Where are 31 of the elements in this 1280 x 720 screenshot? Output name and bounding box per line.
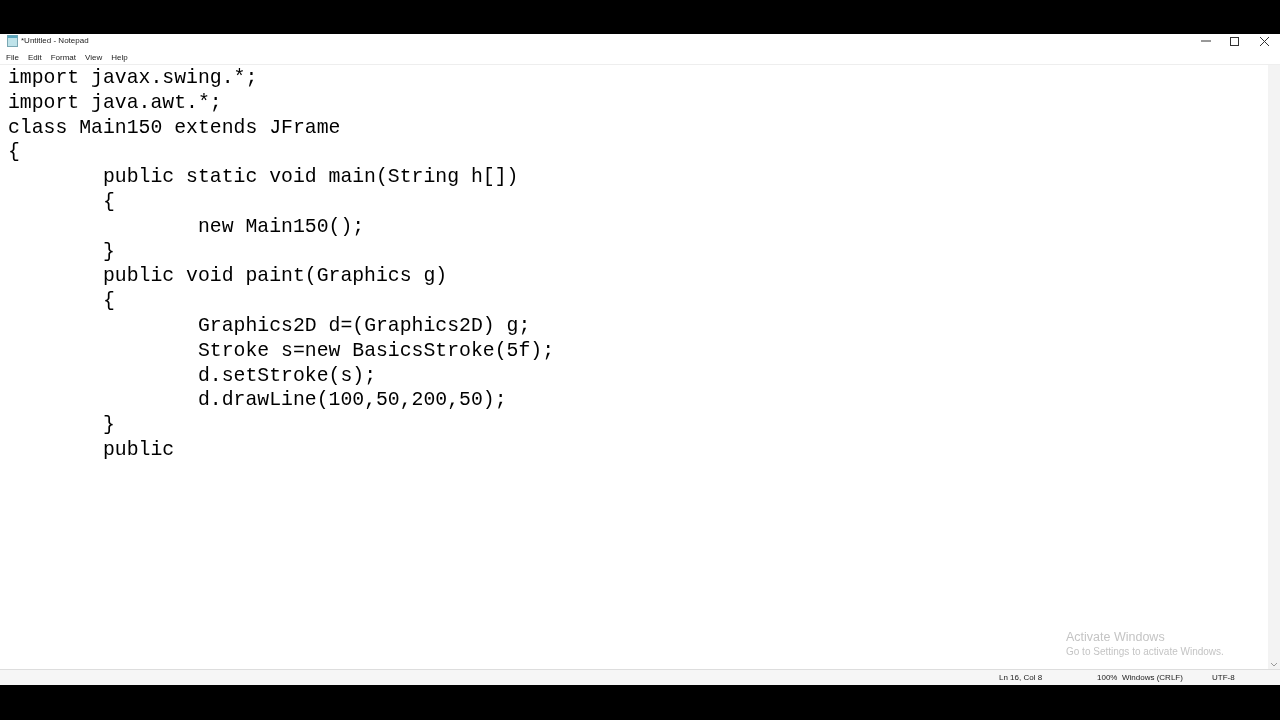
code-line: class Main150 extends JFrame [8,115,341,141]
code-line: d.drawLine(100,50,200,50); [196,388,507,414]
code-line: public void paint(Graphics g) [101,264,448,290]
code-line: new Main150(); [196,214,365,240]
code-line: { [8,140,20,166]
menu-item[interactable]: File [6,51,19,64]
close-icon[interactable] [1260,36,1269,46]
menu-item[interactable]: Format [50,51,77,64]
code-line: import java.awt.*; [8,90,222,116]
code-line: Stroke s=new BasicsStroke(5f); [196,338,555,364]
code-line: { [101,190,115,215]
activation-title: Activate Windows [1066,630,1166,645]
status-text: 100% [1097,671,1119,684]
maximize-icon[interactable] [1230,36,1239,46]
code-line: } [101,413,115,438]
notepad-icon [7,35,18,47]
code-line: d.setStroke(s); [196,363,376,389]
menu-item[interactable]: Edit [27,51,42,64]
code-line: import javax.swing.*; [8,66,258,91]
window-title: *Untitled - Notepad [21,35,89,47]
status-text: Ln 16, Col 8 [999,671,1044,684]
code-line: Graphics2D d=(Graphics2D) g; [196,313,531,339]
scroll-down-icon[interactable] [1271,663,1277,667]
menu-item[interactable]: Help [111,51,128,64]
status-text: UTF-8 [1212,671,1236,684]
code-line: } [101,239,115,265]
status-text: Windows (CRLF) [1122,671,1184,684]
code-line: { [101,289,115,314]
menu-item[interactable]: View [85,51,103,64]
code-line: public [101,437,175,463]
code-line: public static void main(String h[]) [101,165,519,190]
